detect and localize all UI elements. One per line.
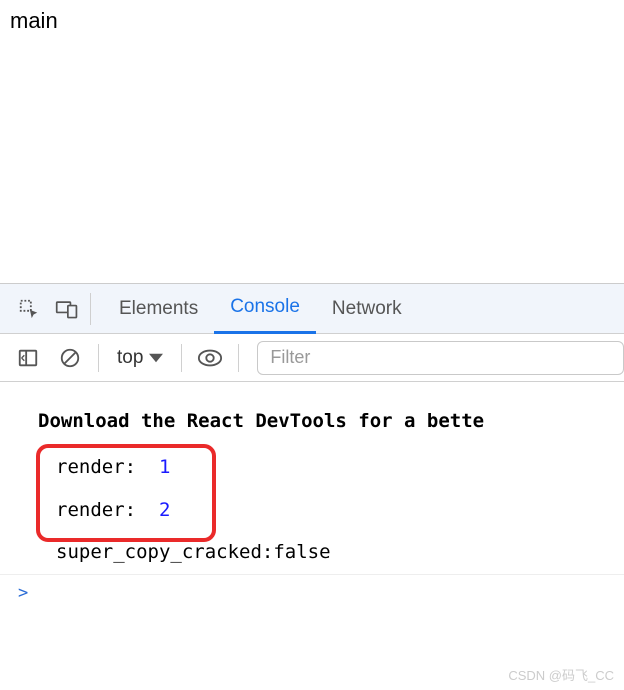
tab-label: Elements (119, 298, 198, 320)
context-label: top (117, 347, 143, 369)
console-log-line: render: 1 (0, 446, 624, 488)
console-output: Download the React DevTools for a bette … (0, 382, 624, 574)
log-value: 1 (159, 456, 170, 478)
inspect-icon[interactable] (10, 284, 48, 334)
console-prompt[interactable]: > (0, 574, 624, 611)
tab-label: Network (332, 298, 402, 320)
prompt-symbol: > (18, 583, 28, 603)
separator (90, 293, 91, 325)
separator (98, 344, 99, 372)
log-value: 2 (159, 499, 170, 521)
separator (238, 344, 239, 372)
tab-label: Console (230, 296, 300, 318)
console-log-line: render: 2 (0, 489, 624, 531)
console-log-line: super_copy_cracked:false (0, 531, 624, 573)
device-toolbar-icon[interactable] (48, 284, 86, 334)
console-message: Download the React DevTools for a bette (0, 400, 624, 446)
tab-network[interactable]: Network (316, 284, 418, 334)
separator (181, 344, 182, 372)
filter-input[interactable] (257, 341, 624, 375)
watermark: CSDN @码飞_CC (508, 665, 614, 684)
console-toolbar: top (0, 334, 624, 382)
chevron-down-icon (149, 351, 163, 365)
live-expression-icon[interactable] (192, 340, 228, 376)
devtools-panel: Elements Console Network top (0, 283, 624, 611)
sidebar-toggle-icon[interactable] (10, 340, 46, 376)
context-selector[interactable]: top (109, 347, 171, 369)
clear-console-icon[interactable] (52, 340, 88, 376)
devtools-tabs: Elements Console Network (0, 284, 624, 334)
page-text: main (10, 8, 58, 33)
tab-elements[interactable]: Elements (103, 284, 214, 334)
page-content: main (0, 0, 624, 283)
tab-console[interactable]: Console (214, 284, 316, 334)
